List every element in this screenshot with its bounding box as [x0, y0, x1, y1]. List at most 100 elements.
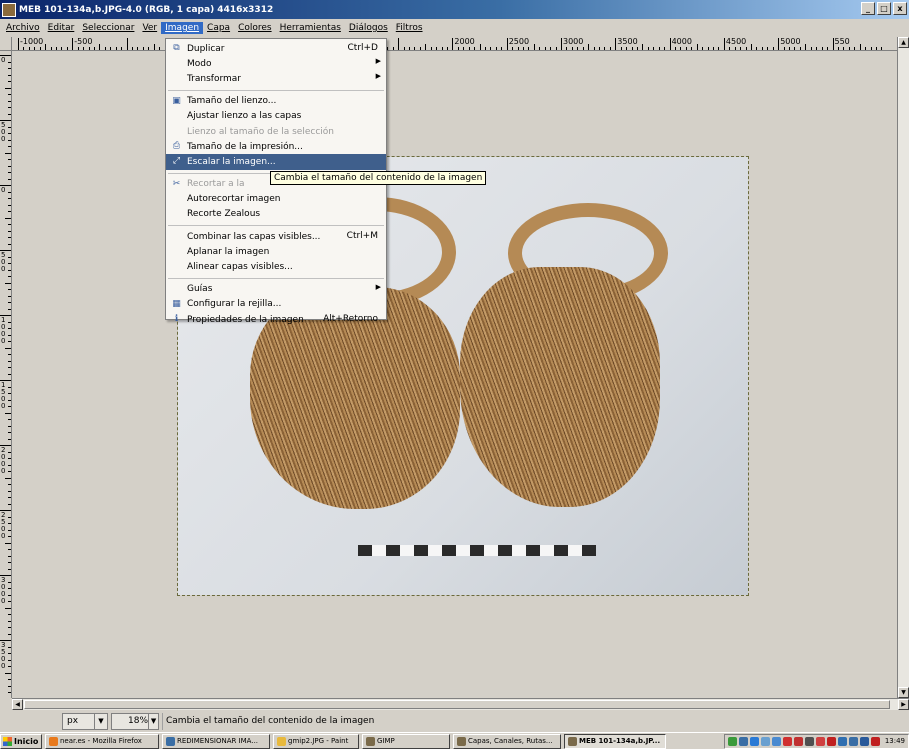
menu-item-combinar-las-capas-visibles[interactable]: Combinar las capas visibles... Ctrl+M	[166, 229, 386, 244]
menu-editar[interactable]: Editar	[44, 22, 79, 34]
menu-shortcut: Alt+Retorno	[323, 314, 378, 324]
scroll-up-button[interactable]: ▲	[898, 37, 909, 48]
menu-item-ajustar-lienzo-a-las-capas[interactable]: Ajustar lienzo a las capas	[166, 109, 386, 124]
scroll-left-button[interactable]: ◀	[12, 699, 23, 710]
menu-item-duplicar[interactable]: ⧉ Duplicar Ctrl+D	[166, 41, 386, 56]
menu-item-recorte-zealous[interactable]: Recorte Zealous	[166, 207, 386, 222]
zoom-select[interactable]: 18% ▼	[111, 712, 159, 730]
tray-icon[interactable]	[826, 736, 836, 746]
unit-value: px	[67, 716, 79, 726]
ruler-label: 0	[1, 56, 6, 64]
menu-item-autorecortar-imagen[interactable]: Autorecortar imagen	[166, 192, 386, 207]
menu-item-escalar-la-imagen[interactable]: ⤢ Escalar la imagen...	[166, 154, 386, 170]
menu-shortcut: Ctrl+M	[346, 231, 378, 242]
taskbar-task[interactable]: MEB 101-134a,b.JP...	[564, 733, 666, 749]
tray-icon[interactable]	[793, 736, 803, 746]
menu-seleccionar[interactable]: Seleccionar	[78, 22, 138, 34]
tray-icon[interactable]	[727, 736, 737, 746]
menu-shortcut: Ctrl+D	[347, 43, 379, 53]
tray-icon[interactable]	[738, 736, 748, 746]
right-basket	[460, 267, 660, 507]
windows-logo-icon	[3, 736, 12, 746]
tray-icon[interactable]	[870, 736, 880, 746]
menu-item-aplanar-la-imagen[interactable]: Aplanar la imagen	[166, 244, 386, 259]
vertical-scrollbar[interactable]: ▲ ▼	[897, 37, 909, 698]
menu-item-label: Tamaño del lienzo...	[187, 96, 277, 107]
maximize-button[interactable]: □	[877, 2, 891, 15]
menu-item-label: Guías	[187, 284, 213, 295]
menu-item-tamano-del-lienzo[interactable]: ▣ Tamaño del lienzo...	[166, 94, 386, 109]
menu-item-propiedades-de-la-imagen[interactable]: ℹ Propiedades de la imagen Alt+Retorno	[166, 312, 386, 327]
ruler-label: 0	[1, 186, 6, 194]
ruler-label: 2500	[508, 37, 530, 46]
task-label: gmip2.JPG - Paint	[288, 737, 349, 745]
menu-archivo[interactable]: Archivo	[2, 22, 44, 34]
ruler-label: 500	[1, 251, 6, 273]
tray-icon[interactable]	[804, 736, 814, 746]
task-label: REDIMENSIONAR IMA...	[177, 737, 259, 745]
status-bar: px ▼ 18% ▼ Cambia el tamaño del contenid…	[0, 710, 909, 732]
horizontal-ruler[interactable]: -1000 -500 2000 2500 3000 3500 4000 4500 5000 550	[12, 37, 897, 51]
task-label: Capas, Canales, Rutas...	[468, 737, 553, 745]
menu-imagen[interactable]: Imagen	[161, 22, 204, 34]
tray-icon[interactable]	[760, 736, 770, 746]
menu-item-tamano-de-la-impresion[interactable]: ⎙ Tamaño de la impresión...	[166, 139, 386, 154]
tray-icon[interactable]	[749, 736, 759, 746]
menu-item-label: Modo	[187, 58, 212, 69]
menu-ver[interactable]: Ver	[138, 22, 161, 34]
close-button[interactable]: x	[893, 2, 907, 15]
taskbar-task[interactable]: near.es - Mozilla Firefox	[45, 733, 159, 749]
menu-herramientas[interactable]: Herramientas	[276, 22, 345, 34]
menu-capa[interactable]: Capa	[203, 22, 234, 34]
taskbar-task[interactable]: Capas, Canales, Rutas...	[453, 733, 561, 749]
ruler-label: 1000	[1, 316, 6, 345]
menu-colores[interactable]: Colores	[234, 22, 276, 34]
ruler-label: 1500	[1, 381, 6, 410]
taskbar-task[interactable]: REDIMENSIONAR IMA...	[162, 733, 270, 749]
unit-select[interactable]: px ▼	[62, 712, 108, 730]
taskbar-task[interactable]: GIMP	[362, 733, 450, 749]
scroll-down-button[interactable]: ▼	[898, 687, 909, 698]
minimize-button[interactable]: _	[861, 2, 875, 15]
tray-icon[interactable]	[848, 736, 858, 746]
ruler-label: 5000	[780, 37, 801, 46]
task-label: near.es - Mozilla Firefox	[60, 737, 142, 745]
menu-item-label: Duplicar	[187, 43, 225, 54]
menu-filtros[interactable]: Filtros	[392, 22, 427, 34]
menu-item-configurar-la-rejilla[interactable]: ▦ Configurar la rejilla...	[166, 297, 386, 312]
horizontal-scroll-thumb[interactable]	[24, 700, 890, 709]
ruler-corner[interactable]	[0, 37, 12, 51]
start-label: Inicio	[14, 736, 39, 746]
horizontal-scrollbar[interactable]: ◀ ▶	[12, 698, 909, 710]
image-canvas[interactable]	[13, 51, 897, 698]
app-icon	[366, 736, 375, 746]
menu-item-transformar[interactable]: Transformar ▶	[166, 71, 386, 86]
gimp-icon	[2, 2, 16, 17]
task-label: MEB 101-134a,b.JP...	[579, 737, 661, 745]
menu-item-alinear-capas-visibles[interactable]: Alinear capas visibles...	[166, 259, 386, 274]
app-icon	[49, 736, 58, 746]
tray-icon[interactable]	[782, 736, 792, 746]
ruler-label: 500	[1, 121, 6, 143]
menu-item-guias[interactable]: Guías ▶	[166, 282, 386, 297]
menu-item-label: Tamaño de la impresión...	[187, 141, 303, 152]
tray-icon[interactable]	[771, 736, 781, 746]
menu-dialogos[interactable]: Diálogos	[345, 22, 392, 34]
scale-image-icon: ⤢	[172, 156, 181, 167]
scale-bar	[358, 545, 596, 556]
submenu-arrow-icon: ▶	[375, 282, 381, 291]
menu-item-label: Ajustar lienzo a las capas	[187, 111, 302, 122]
tray-icon[interactable]	[815, 736, 825, 746]
tray-icon[interactable]	[837, 736, 847, 746]
menu-item-label: Recorte Zealous	[187, 209, 261, 220]
tray-icon[interactable]	[859, 736, 869, 746]
vertical-ruler[interactable]: 050005001000150020002500300035004	[0, 51, 12, 698]
menu-item-modo[interactable]: Modo ▶	[166, 56, 386, 71]
start-button[interactable]: Inicio	[0, 733, 42, 749]
taskbar-task[interactable]: gmip2.JPG - Paint	[273, 733, 359, 749]
ruler-label: -500	[74, 37, 93, 46]
menu-item-lienzo-al-tamano-de-la-seleccion[interactable]: Lienzo al tamaño de la selección	[166, 124, 386, 139]
menu-separator	[168, 89, 384, 91]
submenu-arrow-icon: ▶	[375, 72, 381, 81]
scroll-right-button[interactable]: ▶	[898, 699, 909, 710]
